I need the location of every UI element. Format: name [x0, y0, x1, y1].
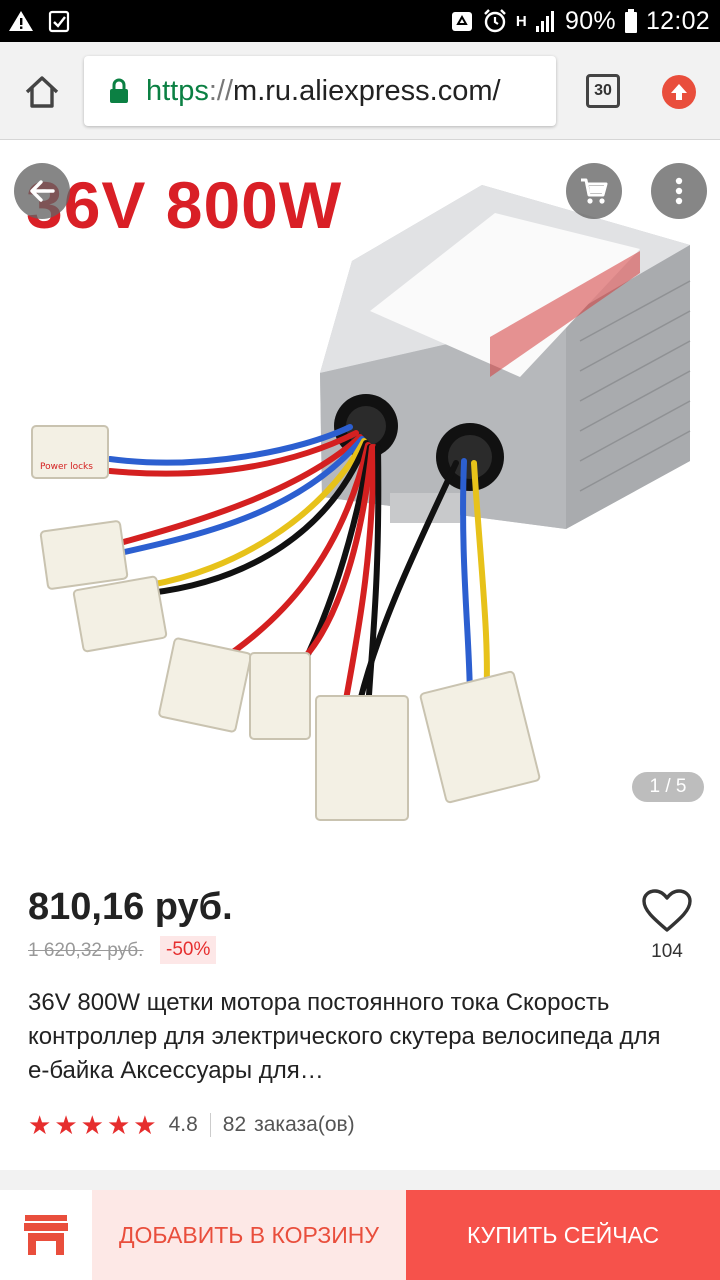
heart-icon	[642, 889, 692, 932]
clock: 12:02	[645, 6, 710, 35]
rating-value: 4.8	[168, 1113, 198, 1136]
more-options-button[interactable]	[651, 163, 707, 219]
cart-icon	[581, 178, 608, 204]
status-bar: H 90% 12:02	[0, 0, 720, 42]
checkbox-icon	[48, 10, 70, 33]
product-gallery[interactable]: Power locks 36V 800W 1 / 5	[0, 141, 720, 857]
network-type: H	[515, 12, 527, 30]
signal-icon	[536, 11, 554, 32]
alarm-icon	[484, 9, 506, 33]
buy-now-button[interactable]: КУПИТЬ СЕЙЧАС	[406, 1190, 720, 1280]
url-scheme: https	[146, 74, 209, 107]
cart-button[interactable]	[566, 163, 622, 219]
store-icon	[24, 1215, 68, 1255]
star-icon: ★	[80, 1110, 104, 1140]
product-title[interactable]: 36V 800W щетки мотора постоянного тока С…	[28, 986, 688, 1088]
old-price: 1 620,32 руб.	[28, 940, 144, 961]
image-counter: 1 / 5	[632, 772, 704, 802]
more-vertical-icon	[675, 177, 683, 205]
battery-icon	[624, 9, 637, 33]
product-image: Power locks	[31, 185, 691, 821]
product-price: 810,16 руб.	[28, 886, 233, 928]
arrow-up-icon	[671, 84, 687, 100]
orders-count: 82	[222, 1113, 247, 1136]
discount-badge: -50%	[160, 936, 217, 964]
rating-row[interactable]: ★ ★ ★ ★ ★ 4.8 82 заказа(ов)	[28, 1110, 355, 1140]
home-icon	[25, 76, 59, 108]
url-host: m.ru.aliexpress.com/	[233, 74, 501, 107]
star-icon: ★	[106, 1110, 131, 1140]
update-button[interactable]	[662, 75, 696, 109]
url-separator: ://	[208, 74, 234, 107]
star-icon: ★	[54, 1110, 78, 1140]
bottom-action-bar: ДОБАВИТЬ В КОРЗИНУ КУПИТЬ СЕЙЧАС	[0, 1190, 720, 1280]
recycle-icon	[451, 12, 472, 31]
add-to-cart-button[interactable]: ДОБАВИТЬ В КОРЗИНУ	[92, 1190, 406, 1280]
rating-divider	[209, 1113, 211, 1137]
star-icon: ★	[133, 1110, 157, 1140]
wishlist-count: 104	[651, 941, 683, 962]
battery-level: 90%	[565, 6, 616, 35]
tab-switcher-button[interactable]: 30	[586, 74, 620, 108]
star-icon: ★	[28, 1110, 52, 1140]
warning-icon	[9, 11, 33, 31]
lock-icon	[110, 78, 128, 103]
home-button[interactable]	[22, 72, 62, 112]
back-button[interactable]	[14, 163, 70, 219]
product-image-title: 36V 800W	[26, 168, 343, 242]
address-bar[interactable]: https://m.ru.aliexpress.com/	[84, 56, 556, 126]
orders-label: заказа(ов)	[254, 1113, 355, 1136]
tab-count: 30	[594, 82, 612, 99]
section-divider	[0, 1170, 720, 1190]
browser-toolbar: https://m.ru.aliexpress.com/ 30	[0, 42, 720, 140]
arrow-left-icon	[30, 180, 55, 202]
star-rating: ★ ★ ★ ★ ★	[28, 1112, 157, 1138]
store-button[interactable]	[0, 1190, 92, 1280]
wishlist-button[interactable]: 104	[638, 888, 696, 963]
url-text: https://m.ru.aliexpress.com/	[146, 75, 501, 108]
svg-text:Power locks: Power locks	[40, 462, 93, 472]
